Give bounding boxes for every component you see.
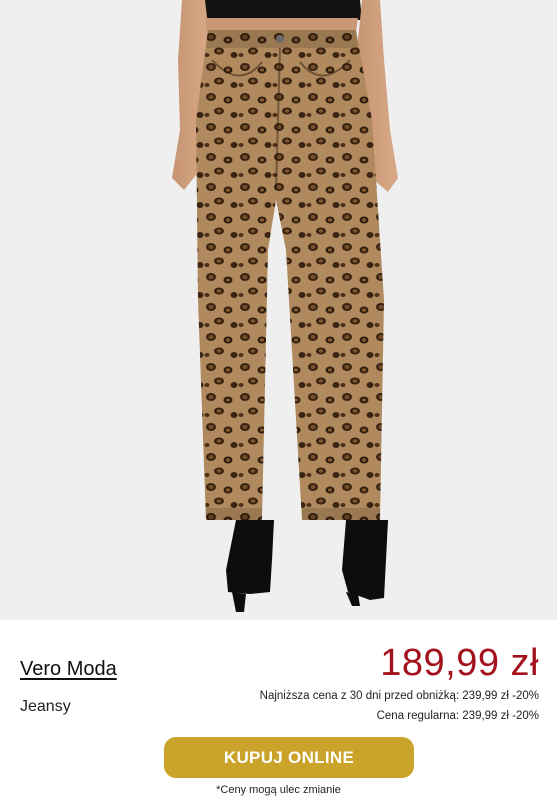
product-image[interactable] [0,0,557,620]
regular-price-note: Cena regularna: 239,99 zł -20% [376,710,539,722]
lowest-price-note: Najniższa cena z 30 dni przed obniżką: 2… [259,690,539,702]
product-info-panel: Vero Moda Jeansy 189,99 zł Najniższa cen… [0,620,557,800]
buy-online-button[interactable]: KUPUJ ONLINE [164,737,414,778]
product-price: 189,99 zł [380,642,539,684]
price-disclaimer: *Ceny mogą ulec zmianie [216,784,341,796]
brand-link[interactable]: Vero Moda [20,658,117,681]
leopard-jeans-photo [0,0,557,620]
product-category: Jeansy [20,698,71,715]
